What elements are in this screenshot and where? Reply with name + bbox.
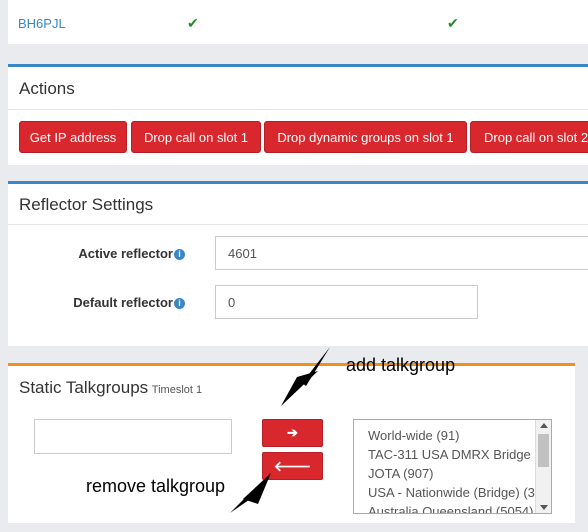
remove-talkgroup-annotation: remove talkgroup xyxy=(86,476,226,496)
talkgroup-input[interactable] xyxy=(34,419,232,454)
active-reflector-label: Active reflector i xyxy=(38,246,185,261)
scrollbar-thumb[interactable] xyxy=(538,434,549,467)
drop-call-slot-2-button[interactable]: Drop call on slot 2 xyxy=(470,121,588,153)
static-talkgroups-title: Static Talkgroups xyxy=(19,378,149,397)
drop-dynamic-groups-slot-1-button[interactable]: Drop dynamic groups on slot 1 xyxy=(264,121,467,153)
timeslot-subtitle: Timeslot 1 xyxy=(151,384,203,396)
list-item[interactable]: World-wide (91) xyxy=(368,428,460,443)
add-talkgroup-button[interactable]: ➔ xyxy=(262,419,323,447)
default-reflector-label: Default reflector i xyxy=(38,295,185,310)
static-talkgroups-panel: Static Talkgroups Timeslot 1 ➔ 🡐 World-w… xyxy=(8,363,575,523)
reflector-settings-panel: Reflector Settings Active reflector i 460… xyxy=(8,181,588,346)
reflector-settings-title: Reflector Settings xyxy=(19,195,154,214)
scroll-down-icon[interactable] xyxy=(540,505,548,510)
remove-talkgroup-button[interactable]: 🡐 xyxy=(262,452,323,480)
status-row-panel: BH6PJL ✔ ✔ xyxy=(8,0,588,44)
arrow-right-icon: ➔ xyxy=(287,425,298,440)
list-item[interactable]: Australia Queensland (5054) xyxy=(368,504,534,513)
list-item[interactable]: JOTA (907) xyxy=(368,466,434,481)
talkgroup-list[interactable]: World-wide (91) TAC-311 USA DMRX Bridge … xyxy=(353,419,552,514)
static-talkgroups-heading: Static Talkgroups Timeslot 1 xyxy=(19,378,202,398)
drop-call-slot-1-button[interactable]: Drop call on slot 1 xyxy=(131,121,261,153)
get-ip-address-button[interactable]: Get IP address xyxy=(19,121,127,153)
check-icon: ✔ xyxy=(447,15,459,31)
add-talkgroup-annotation: add talkgroup xyxy=(346,355,456,375)
scrollbar[interactable] xyxy=(535,420,551,513)
actions-title: Actions xyxy=(19,79,75,98)
active-reflector-input[interactable]: 4601 xyxy=(215,236,588,270)
callsign-link[interactable]: BH6PJL xyxy=(18,16,66,31)
actions-panel: Actions Get IP address Drop call on slot… xyxy=(8,64,588,165)
scroll-up-icon[interactable] xyxy=(540,423,548,428)
arrow-left-icon: 🡐 xyxy=(273,457,312,474)
default-reflector-input[interactable]: 0 xyxy=(215,285,478,319)
check-icon: ✔ xyxy=(187,15,199,31)
info-icon[interactable]: i xyxy=(174,298,185,309)
info-icon[interactable]: i xyxy=(174,249,185,260)
reflector-divider xyxy=(8,224,588,225)
list-item[interactable]: USA - Nationwide (Bridge) (3 xyxy=(368,485,535,500)
list-item[interactable]: TAC-311 USA DMRX Bridge (3 xyxy=(368,447,546,462)
actions-divider xyxy=(8,109,588,110)
